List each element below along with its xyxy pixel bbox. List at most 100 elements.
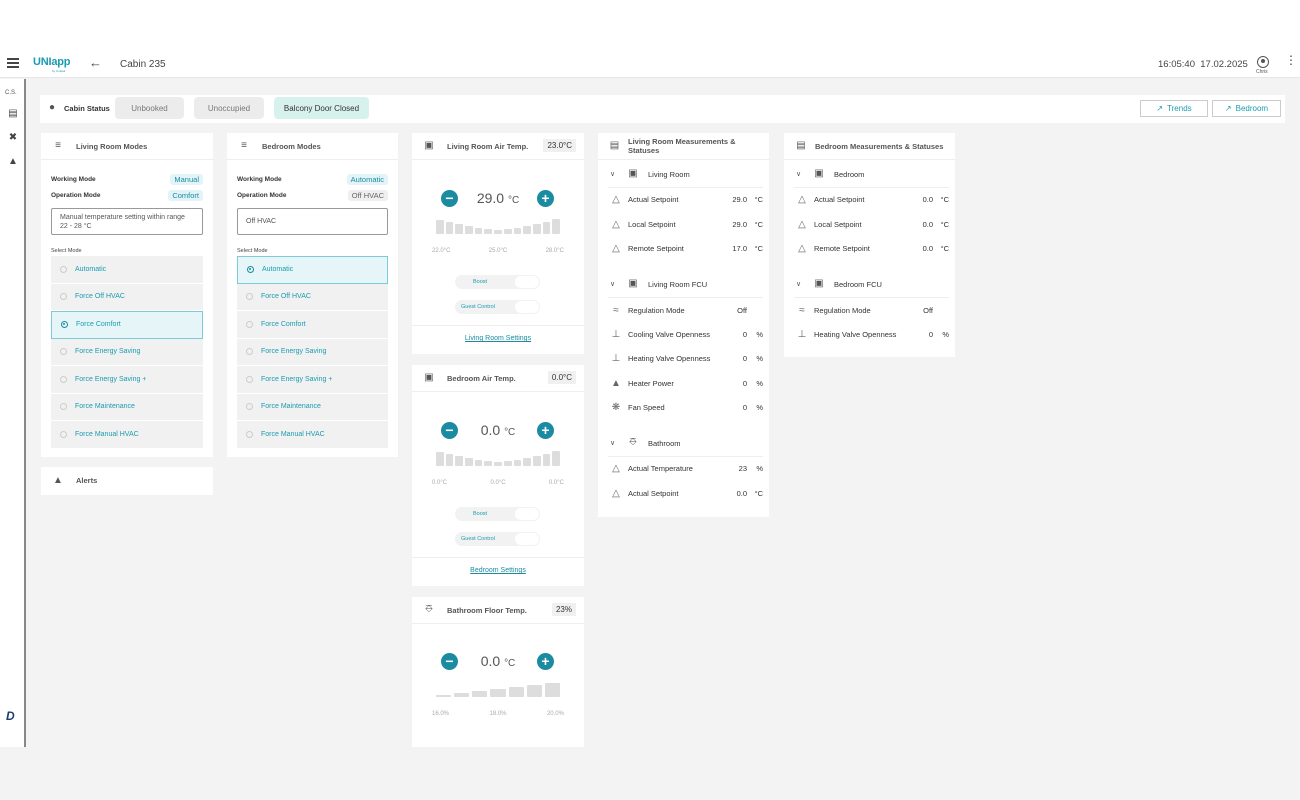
row-value: 29.0 (732, 219, 747, 229)
mode-option-force-energy-saving[interactable]: Force Energy Saving (51, 338, 203, 366)
card-title: Living Room Modes (76, 141, 148, 151)
radio-selected-icon (247, 266, 254, 274)
mode-option-force-energy-saving[interactable]: Force Energy Saving (237, 338, 388, 366)
bedroom-temp-card: ▣ Bedroom Air Temp. 0.0°C − 0.0 °C + 0.0°C… (412, 365, 584, 586)
back-arrow-icon[interactable]: ← (89, 55, 102, 70)
trends-button[interactable]: ↗ Trends (1140, 100, 1208, 117)
divider (794, 297, 949, 298)
cabin-status-text: Cabin Status (64, 103, 110, 113)
chevron-down-icon: ∨ (610, 171, 616, 178)
mode-option-force-off-hvac[interactable]: Force Off HVAC (51, 283, 203, 311)
mode-option-force-maintenance[interactable]: Force Maintenance (51, 393, 203, 421)
date: 17.02.2025 (1200, 59, 1248, 70)
setpoint-display: 0.0 °C (412, 653, 584, 669)
bedroom-measurements-card: ▤ Bedroom Measurements & Statuses ∨ ▣ Bedro… (784, 133, 955, 357)
mode-option-force-energy-saving-plus[interactable]: Force Energy Saving + (51, 366, 203, 394)
working-mode-value: Manual (170, 174, 203, 185)
more-options-icon[interactable]: ⋮ (1285, 53, 1297, 67)
clipboard-icon[interactable]: ▤ (8, 109, 18, 119)
scale-mid: 0.0°C (490, 480, 506, 486)
living-room-settings-link[interactable]: Living Room Settings (412, 335, 584, 342)
group-bedroom-fcu[interactable]: ∨ ▣ Bedroom FCU (796, 279, 882, 289)
bedroom-settings-link[interactable]: Bedroom Settings (412, 567, 584, 574)
option-label: Force Off HVAC (261, 293, 311, 301)
temp-scale-bars[interactable] (436, 216, 560, 234)
operation-mode-label: Operation Mode (237, 192, 287, 199)
toggle-knob (515, 301, 539, 313)
mode-options: Automatic Force Off HVAC Force Comfort F… (51, 256, 203, 449)
setpoint-value: 29.0 (476, 190, 505, 206)
temp-scale-bars[interactable] (436, 448, 560, 466)
mode-options: Automatic Force Off HVAC Force Comfort F… (237, 256, 388, 449)
row-unit: % (756, 378, 763, 388)
chip-unbooked[interactable]: Unbooked (115, 97, 184, 119)
measurement-row: ⊥ Cooling Valve Openness 0% (608, 327, 763, 341)
user-avatar-icon[interactable] (1257, 56, 1269, 68)
setpoint-value: 0.0 (480, 653, 501, 669)
mode-option-force-energy-saving-plus[interactable]: Force Energy Saving + (237, 366, 388, 394)
row-label: Local Setpoint (814, 219, 862, 229)
alerts-card[interactable]: ▲ Alerts (41, 467, 213, 495)
mode-option-automatic[interactable]: Automatic (51, 256, 203, 284)
radio-icon (246, 348, 253, 356)
cabin-status-bar: ● Cabin Status Unbooked Unoccupied Balco… (40, 95, 1285, 123)
hamburger-menu-icon[interactable] (7, 58, 19, 70)
group-bathroom[interactable]: ∨ ⎑ Bathroom (610, 438, 681, 448)
boost-label: Boost (473, 511, 488, 517)
guest-control-toggle[interactable]: Guest Control (455, 300, 540, 314)
mode-option-force-manual-hvac[interactable]: Force Manual HVAC (51, 421, 203, 449)
group-bedroom[interactable]: ∨ ▣ Bedroom (796, 169, 864, 179)
mode-option-force-manual-hvac[interactable]: Force Manual HVAC (237, 421, 388, 449)
mode-option-automatic[interactable]: Automatic (237, 256, 388, 284)
app-logo[interactable]: UNIapp (33, 56, 71, 68)
bedroom-trends-button[interactable]: ↗ Bedroom (1212, 100, 1281, 117)
page-title: Cabin 235 (120, 59, 166, 70)
mode-description-field[interactable]: Off HVAC (237, 208, 388, 235)
group-label: Living Room FCU (648, 279, 708, 289)
row-unit: % (756, 329, 763, 339)
mode-option-force-maintenance[interactable]: Force Maintenance (237, 393, 388, 421)
card-title: Bedroom Measurements & Statuses (815, 141, 944, 151)
valve-icon: ⊥ (797, 328, 807, 340)
group-label: Bathroom (648, 438, 681, 448)
tools-icon[interactable]: ✖ (8, 133, 18, 143)
mode-option-force-comfort[interactable]: Force Comfort (237, 311, 388, 339)
temp-scale-bars[interactable] (436, 679, 560, 697)
row-value: 0.0 (922, 243, 933, 253)
thermometer-icon: △ (798, 218, 806, 230)
boost-toggle[interactable]: Boost (455, 275, 540, 289)
row-label: Actual Setpoint (814, 194, 865, 204)
chip-unoccupied[interactable]: Unoccupied (194, 97, 264, 119)
bathtub-icon: ⎑ (425, 604, 433, 615)
increase-button[interactable]: + (537, 653, 554, 670)
mode-option-force-comfort[interactable]: Force Comfort (51, 311, 203, 339)
card-header: ▲ Alerts (41, 467, 213, 494)
bell-icon[interactable]: ▲ (8, 157, 18, 167)
guest-control-toggle[interactable]: Guest Control (455, 532, 540, 546)
group-living-room[interactable]: ∨ ▣ Living Room (610, 169, 690, 179)
working-mode-label: Working Mode (237, 176, 282, 183)
time: 16:05:40 (1158, 59, 1195, 70)
measurement-row: △ Remote Setpoint 0.0 °C (794, 241, 949, 255)
brand-logo-icon: D (6, 709, 15, 723)
row-unit: % (942, 329, 949, 339)
boost-toggle[interactable]: Boost (455, 507, 540, 521)
measurement-row: △ Remote Setpoint 17.0 °C (608, 241, 763, 255)
row-value: 17.0 (732, 243, 747, 253)
increase-button[interactable]: + (537, 190, 554, 207)
chip-balcony-door[interactable]: Balcony Door Closed (274, 97, 369, 119)
group-living-room-fcu[interactable]: ∨ ▣ Living Room FCU (610, 279, 707, 289)
radio-selected-icon (61, 321, 68, 329)
increase-button[interactable]: + (537, 422, 554, 439)
card-header: ▤ Bedroom Measurements & Statuses (784, 133, 955, 160)
radio-icon (60, 265, 67, 273)
working-mode-value: Automatic (346, 174, 388, 185)
row-value: 29.0 (732, 194, 747, 204)
mode-option-force-off-hvac[interactable]: Force Off HVAC (237, 283, 388, 311)
radio-icon (60, 375, 67, 383)
radio-icon (60, 430, 67, 438)
mode-description-field[interactable]: Manual temperature setting within range 2… (51, 208, 203, 235)
divider (608, 297, 763, 298)
working-mode-label: Working Mode (51, 176, 96, 183)
sidebar-cs-label[interactable]: C.S. (5, 90, 17, 96)
